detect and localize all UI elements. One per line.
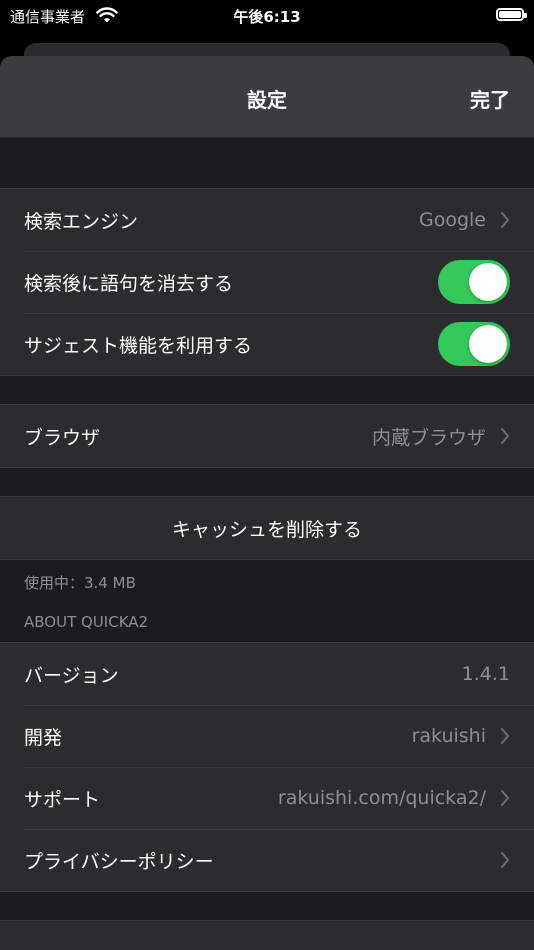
cache-group: キャッシュを削除する bbox=[0, 496, 534, 560]
page-title: 設定 bbox=[247, 88, 287, 112]
browser-group: ブラウザ 内蔵ブラウザ bbox=[0, 404, 534, 468]
support-value: rakuishi.com/quicka2/ bbox=[277, 787, 486, 809]
developer-value: rakuishi bbox=[411, 725, 486, 747]
browser-row[interactable]: ブラウザ 内蔵ブラウザ bbox=[0, 405, 534, 467]
search-engine-value: Google bbox=[418, 209, 486, 231]
cache-usage-text: 使用中：3.4 MB bbox=[24, 574, 136, 592]
status-bar: 通信事業者 午後6:13 bbox=[0, 0, 534, 34]
about-group: バージョン 1.4.1 開発 rakuishi サポート rakuishi.co… bbox=[0, 642, 534, 892]
browser-value: 内蔵ブラウザ bbox=[371, 426, 486, 449]
suggest-row: サジェスト機能を利用する bbox=[0, 313, 534, 375]
about-section-header: ABOUT QUICKA2 bbox=[24, 613, 149, 631]
chevron-right-icon bbox=[501, 728, 509, 744]
developer-row[interactable]: 開発 rakuishi bbox=[0, 705, 534, 767]
clear-after-search-label: 検索後に語句を消去する bbox=[24, 272, 234, 295]
clear-cache-label: キャッシュを削除する bbox=[171, 518, 362, 541]
developer-label: 開発 bbox=[24, 726, 63, 749]
support-row[interactable]: サポート rakuishi.com/quicka2/ bbox=[0, 767, 534, 829]
chevron-right-icon bbox=[501, 212, 509, 228]
done-button[interactable]: 完了 bbox=[470, 84, 510, 113]
privacy-policy-row[interactable]: プライバシーポリシー bbox=[0, 829, 534, 891]
chevron-right-icon bbox=[501, 852, 509, 868]
support-label: サポート bbox=[24, 788, 101, 811]
battery-icon bbox=[496, 8, 527, 21]
chevron-right-icon bbox=[501, 790, 509, 806]
privacy-policy-label: プライバシーポリシー bbox=[24, 850, 214, 873]
suggest-toggle[interactable] bbox=[438, 322, 510, 366]
status-time: 午後6:13 bbox=[233, 8, 301, 26]
navigation-bar: 設定 完了 bbox=[0, 56, 534, 138]
version-value: 1.4.1 bbox=[461, 663, 510, 685]
search-settings-group: 検索エンジン Google 検索後に語句を消去する サジェスト機能を利用する bbox=[0, 188, 534, 376]
settings-sheet: 設定 完了 検索エンジン Google 検索後に語句を消去する サジェスト機能を… bbox=[0, 56, 534, 950]
version-label: バージョン bbox=[24, 664, 119, 687]
suggest-label: サジェスト機能を利用する bbox=[24, 334, 253, 357]
search-engine-label: 検索エンジン bbox=[24, 210, 139, 233]
clear-cache-button[interactable]: キャッシュを削除する bbox=[0, 497, 534, 559]
search-engine-row[interactable]: 検索エンジン Google bbox=[0, 189, 534, 251]
browser-label: ブラウザ bbox=[24, 426, 101, 449]
next-group-partial bbox=[0, 920, 534, 950]
version-row: バージョン 1.4.1 bbox=[0, 643, 534, 705]
clear-after-search-row: 検索後に語句を消去する bbox=[0, 251, 534, 313]
clear-after-search-toggle[interactable] bbox=[438, 260, 510, 304]
chevron-right-icon bbox=[501, 428, 509, 444]
